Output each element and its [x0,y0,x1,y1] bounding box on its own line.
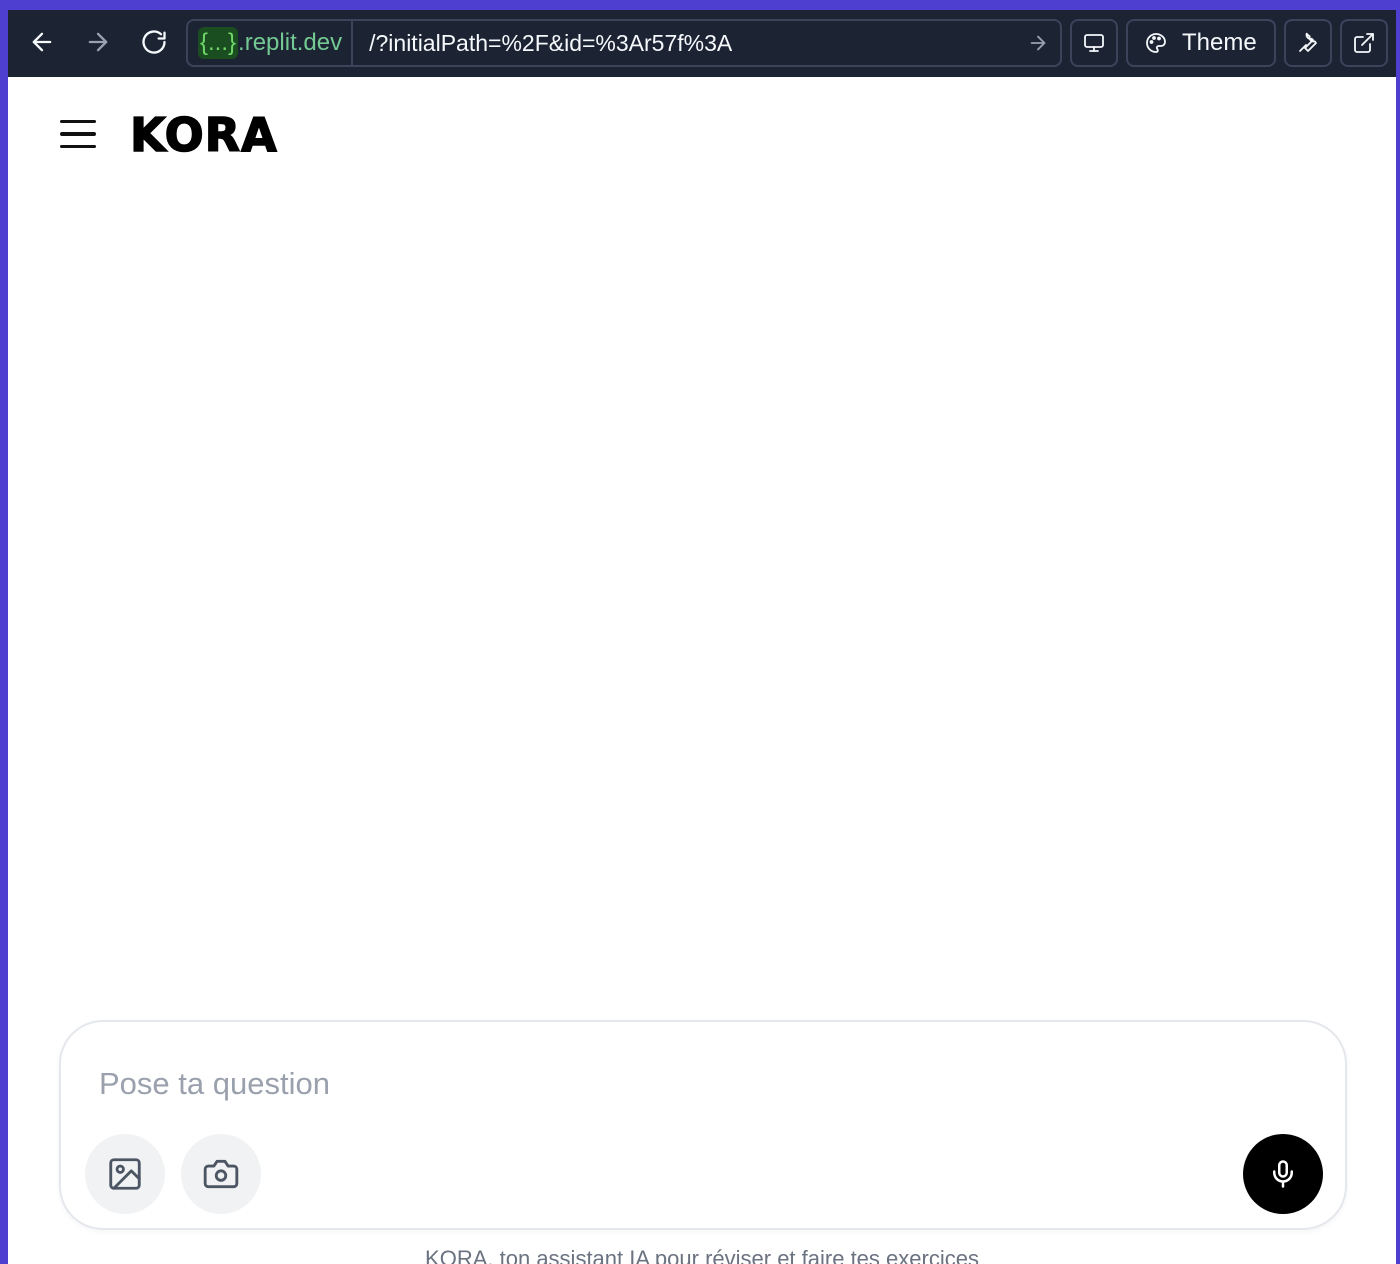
camera-icon [203,1159,239,1189]
palette-icon [1146,33,1166,53]
hamburger-icon-line [60,132,96,136]
arrow-left-icon [32,32,52,52]
footer-caption: KORA, ton assistant IA pour réviser et f… [425,1246,979,1264]
back-button[interactable] [22,22,62,62]
devices-button[interactable] [1070,19,1118,67]
image-icon [109,1158,141,1190]
microphone-icon [1273,1160,1293,1188]
external-link-icon [1354,33,1374,53]
menu-button[interactable] [60,112,104,156]
camera-button[interactable] [181,1134,261,1214]
upload-image-button[interactable] [85,1134,165,1214]
browser-toolbar: {...} .replit.dev /?initialPath=%2F&id=%3… [8,10,1396,77]
domain-prefix: {...} [198,27,239,59]
forward-button[interactable] [78,22,118,62]
reload-button[interactable] [134,22,174,62]
reload-icon [142,30,166,54]
hamburger-icon-line [60,144,96,149]
question-input[interactable] [99,1062,1199,1106]
domain-suffix: .replit.dev [238,29,343,56]
wrench-icon [1299,32,1317,52]
theme-button[interactable]: Theme [1126,19,1276,67]
app-logo: KORA [129,107,278,163]
url-path[interactable]: /?initialPath=%2F&id=%3Ar57f%3A [353,30,1016,57]
url-bar[interactable]: {...} .replit.dev /?initialPath=%2F&id=%3… [186,19,1062,67]
arrow-right-icon [1030,35,1046,51]
theme-label: Theme [1182,29,1257,56]
monitor-icon [1084,34,1104,52]
domain-chip[interactable]: {...} .replit.dev [188,21,354,65]
arrow-right-icon [88,32,108,52]
hamburger-icon [60,119,96,124]
app-window: {...} .replit.dev /?initialPath=%2F&id=%3… [8,10,1396,1264]
go-button[interactable] [1016,21,1060,65]
open-new-tab-button[interactable] [1340,19,1388,67]
devtools-button[interactable] [1284,19,1332,67]
message-composer [59,1020,1347,1230]
voice-input-button[interactable] [1243,1134,1323,1214]
